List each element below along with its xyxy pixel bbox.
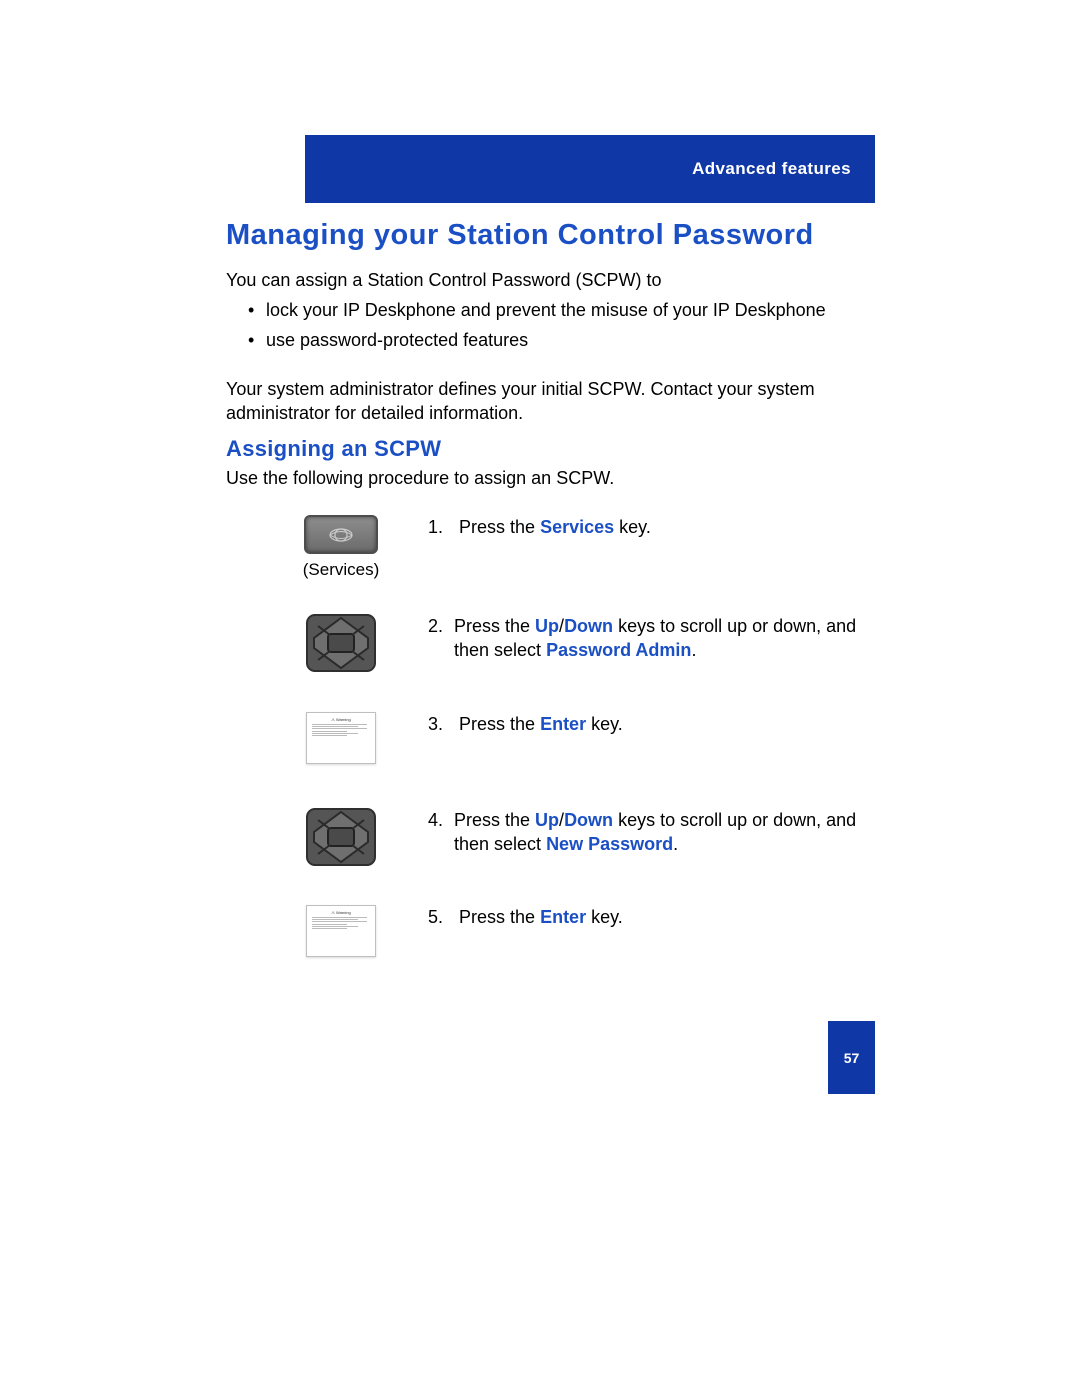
bullet-item: use password-protected features xyxy=(226,328,866,352)
step-number: 1. xyxy=(428,515,454,539)
step-text-pre: Press the xyxy=(459,907,540,927)
step-text-pre: Press the xyxy=(454,616,535,636)
step-3-icon-column: ⚠ Warning xyxy=(296,712,386,764)
bullet-item: lock your IP Deskphone and prevent the m… xyxy=(226,298,866,322)
step-5-text: 5. Press the Enter key. xyxy=(428,905,868,929)
step-highlight-down: Down xyxy=(564,810,613,830)
step-number: 5. xyxy=(428,905,454,929)
step-highlight-up: Up xyxy=(535,616,559,636)
step-text-post: . xyxy=(691,640,696,660)
step-text-post: key. xyxy=(614,517,651,537)
dialog-thumbnail-icon: ⚠ Warning xyxy=(306,712,376,764)
step-text-pre: Press the xyxy=(459,714,540,734)
step-text-post: . xyxy=(673,834,678,854)
services-key-icon xyxy=(304,515,378,554)
page-number: 57 xyxy=(844,1050,860,1066)
nav-key-icon xyxy=(306,614,376,672)
page-title: Managing your Station Control Password xyxy=(226,219,814,252)
step-number: 4. xyxy=(428,808,454,857)
step-text-pre: Press the xyxy=(454,810,535,830)
step-highlight: Enter xyxy=(540,714,586,734)
intro-bullet-list: lock your IP Deskphone and prevent the m… xyxy=(226,298,866,359)
section-header-band: Advanced features xyxy=(305,135,875,203)
step-highlight-target: New Password xyxy=(546,834,673,854)
services-key-label: (Services) xyxy=(296,560,386,580)
intro-paragraph: You can assign a Station Control Passwor… xyxy=(226,268,866,292)
subsection-title: Assigning an SCPW xyxy=(226,436,441,462)
step-number: 3. xyxy=(428,712,454,736)
step-4-icon-column xyxy=(296,808,386,866)
page-number-box: 57 xyxy=(828,1021,875,1094)
step-2-text: 2. Press the Up/Down keys to scroll up o… xyxy=(428,614,868,663)
section-header-text: Advanced features xyxy=(692,159,851,179)
step-highlight: Enter xyxy=(540,907,586,927)
step-4-text: 4. Press the Up/Down keys to scroll up o… xyxy=(428,808,868,857)
admin-paragraph: Your system administrator defines your i… xyxy=(226,377,866,426)
step-highlight-up: Up xyxy=(535,810,559,830)
step-highlight-down: Down xyxy=(564,616,613,636)
step-number: 2. xyxy=(428,614,454,663)
dialog-thumbnail-icon: ⚠ Warning xyxy=(306,905,376,957)
step-5-icon-column: ⚠ Warning xyxy=(296,905,386,957)
step-1-icon-column: (Services) xyxy=(296,515,386,580)
step-highlight: Services xyxy=(540,517,614,537)
step-2-icon-column xyxy=(296,614,386,672)
step-1-text: 1. Press the Services key. xyxy=(428,515,868,539)
step-text-pre: Press the xyxy=(459,517,540,537)
nav-key-icon xyxy=(306,808,376,866)
subsection-intro: Use the following procedure to assign an… xyxy=(226,468,866,489)
document-page: Advanced features Managing your Station … xyxy=(0,0,1080,1397)
step-text-post: key. xyxy=(586,714,623,734)
step-text-post: key. xyxy=(586,907,623,927)
step-3-text: 3. Press the Enter key. xyxy=(428,712,868,736)
step-highlight-target: Password Admin xyxy=(546,640,691,660)
